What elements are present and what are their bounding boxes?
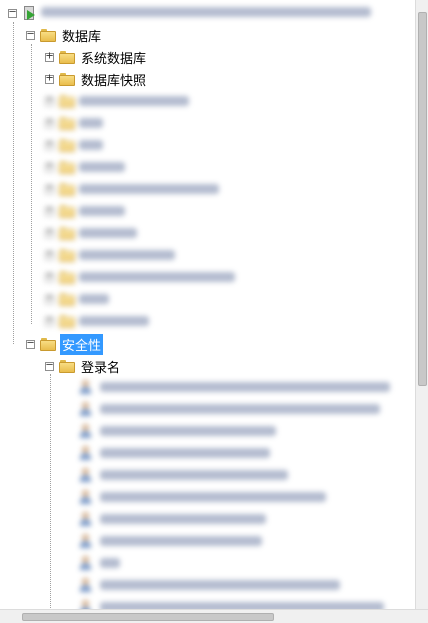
folder-icon <box>40 337 56 351</box>
database-icon <box>59 160 75 174</box>
folder-icon <box>59 72 75 86</box>
server-icon <box>22 5 37 21</box>
collapse-toggle[interactable]: − <box>26 29 35 40</box>
user-icon <box>78 423 94 439</box>
login-node-redacted[interactable] <box>78 553 120 573</box>
vertical-scrollbar-thumb[interactable] <box>418 12 427 386</box>
object-explorer-tree: − − 数据库 + 系统数据库 + 数据库快照 + + + + + + + + … <box>0 0 416 610</box>
vertical-scrollbar[interactable] <box>415 0 428 610</box>
tree-node-logins[interactable]: − 登录名 <box>45 356 122 376</box>
database-node-redacted[interactable]: + <box>45 135 103 155</box>
tree-connector <box>13 22 14 344</box>
user-icon <box>78 489 94 505</box>
folder-icon <box>59 50 75 64</box>
user-icon <box>78 577 94 593</box>
databases-label: 数据库 <box>62 29 102 45</box>
user-icon <box>78 533 94 549</box>
collapse-toggle[interactable]: − <box>8 7 17 18</box>
server-node[interactable]: − <box>8 3 371 23</box>
login-node-redacted[interactable] <box>78 465 288 485</box>
system-databases-label: 系统数据库 <box>81 51 147 67</box>
tree-connector <box>50 374 51 610</box>
tree-node-databases[interactable]: − 数据库 <box>26 25 103 45</box>
database-node-redacted[interactable]: + <box>45 157 125 177</box>
database-node-redacted[interactable]: + <box>45 289 109 309</box>
database-node-redacted[interactable]: + <box>45 113 103 133</box>
database-icon <box>59 116 75 130</box>
database-icon <box>59 94 75 108</box>
database-node-redacted[interactable]: + <box>45 245 175 265</box>
database-node-redacted[interactable]: + <box>45 223 137 243</box>
tree-node-system-databases[interactable]: + 系统数据库 <box>45 47 148 67</box>
horizontal-scrollbar[interactable] <box>0 609 428 623</box>
tree-connector <box>31 44 32 324</box>
horizontal-scrollbar-thumb[interactable] <box>22 613 274 621</box>
database-node-redacted[interactable]: + <box>45 91 189 111</box>
database-icon <box>59 314 75 328</box>
database-snapshots-label: 数据库快照 <box>81 73 147 89</box>
expand-toggle[interactable]: + <box>45 51 54 62</box>
user-icon <box>78 511 94 527</box>
user-icon <box>78 401 94 417</box>
database-icon <box>59 138 75 152</box>
user-icon <box>78 379 94 395</box>
login-node-redacted[interactable] <box>78 377 390 397</box>
folder-icon <box>40 28 56 42</box>
database-node-redacted[interactable]: + <box>45 201 125 221</box>
database-node-redacted[interactable]: + <box>45 267 235 287</box>
login-node-redacted[interactable] <box>78 421 276 441</box>
database-icon <box>59 182 75 196</box>
login-node-redacted[interactable] <box>78 575 340 595</box>
database-icon <box>59 248 75 262</box>
collapse-toggle[interactable]: − <box>26 338 35 349</box>
security-label: 安全性 <box>60 333 104 355</box>
database-icon <box>59 292 75 306</box>
database-icon <box>59 226 75 240</box>
user-icon <box>78 467 94 483</box>
expand-toggle[interactable]: + <box>45 73 54 84</box>
login-node-redacted[interactable] <box>78 399 380 419</box>
server-name-redacted <box>41 6 371 21</box>
folder-icon <box>59 359 75 373</box>
tree-node-database-snapshots[interactable]: + 数据库快照 <box>45 69 148 89</box>
database-icon <box>59 270 75 284</box>
logins-label: 登录名 <box>81 360 121 376</box>
login-node-redacted[interactable] <box>78 487 326 507</box>
login-node-redacted[interactable] <box>78 509 266 529</box>
user-icon <box>78 555 94 571</box>
login-node-redacted[interactable] <box>78 531 262 551</box>
tree-node-security[interactable]: − 安全性 <box>26 333 104 355</box>
database-node-redacted[interactable]: + <box>45 179 219 199</box>
user-icon <box>78 445 94 461</box>
collapse-toggle[interactable]: − <box>45 360 54 371</box>
login-node-redacted[interactable] <box>78 443 270 463</box>
database-node-redacted[interactable]: + <box>45 311 149 331</box>
database-icon <box>59 204 75 218</box>
